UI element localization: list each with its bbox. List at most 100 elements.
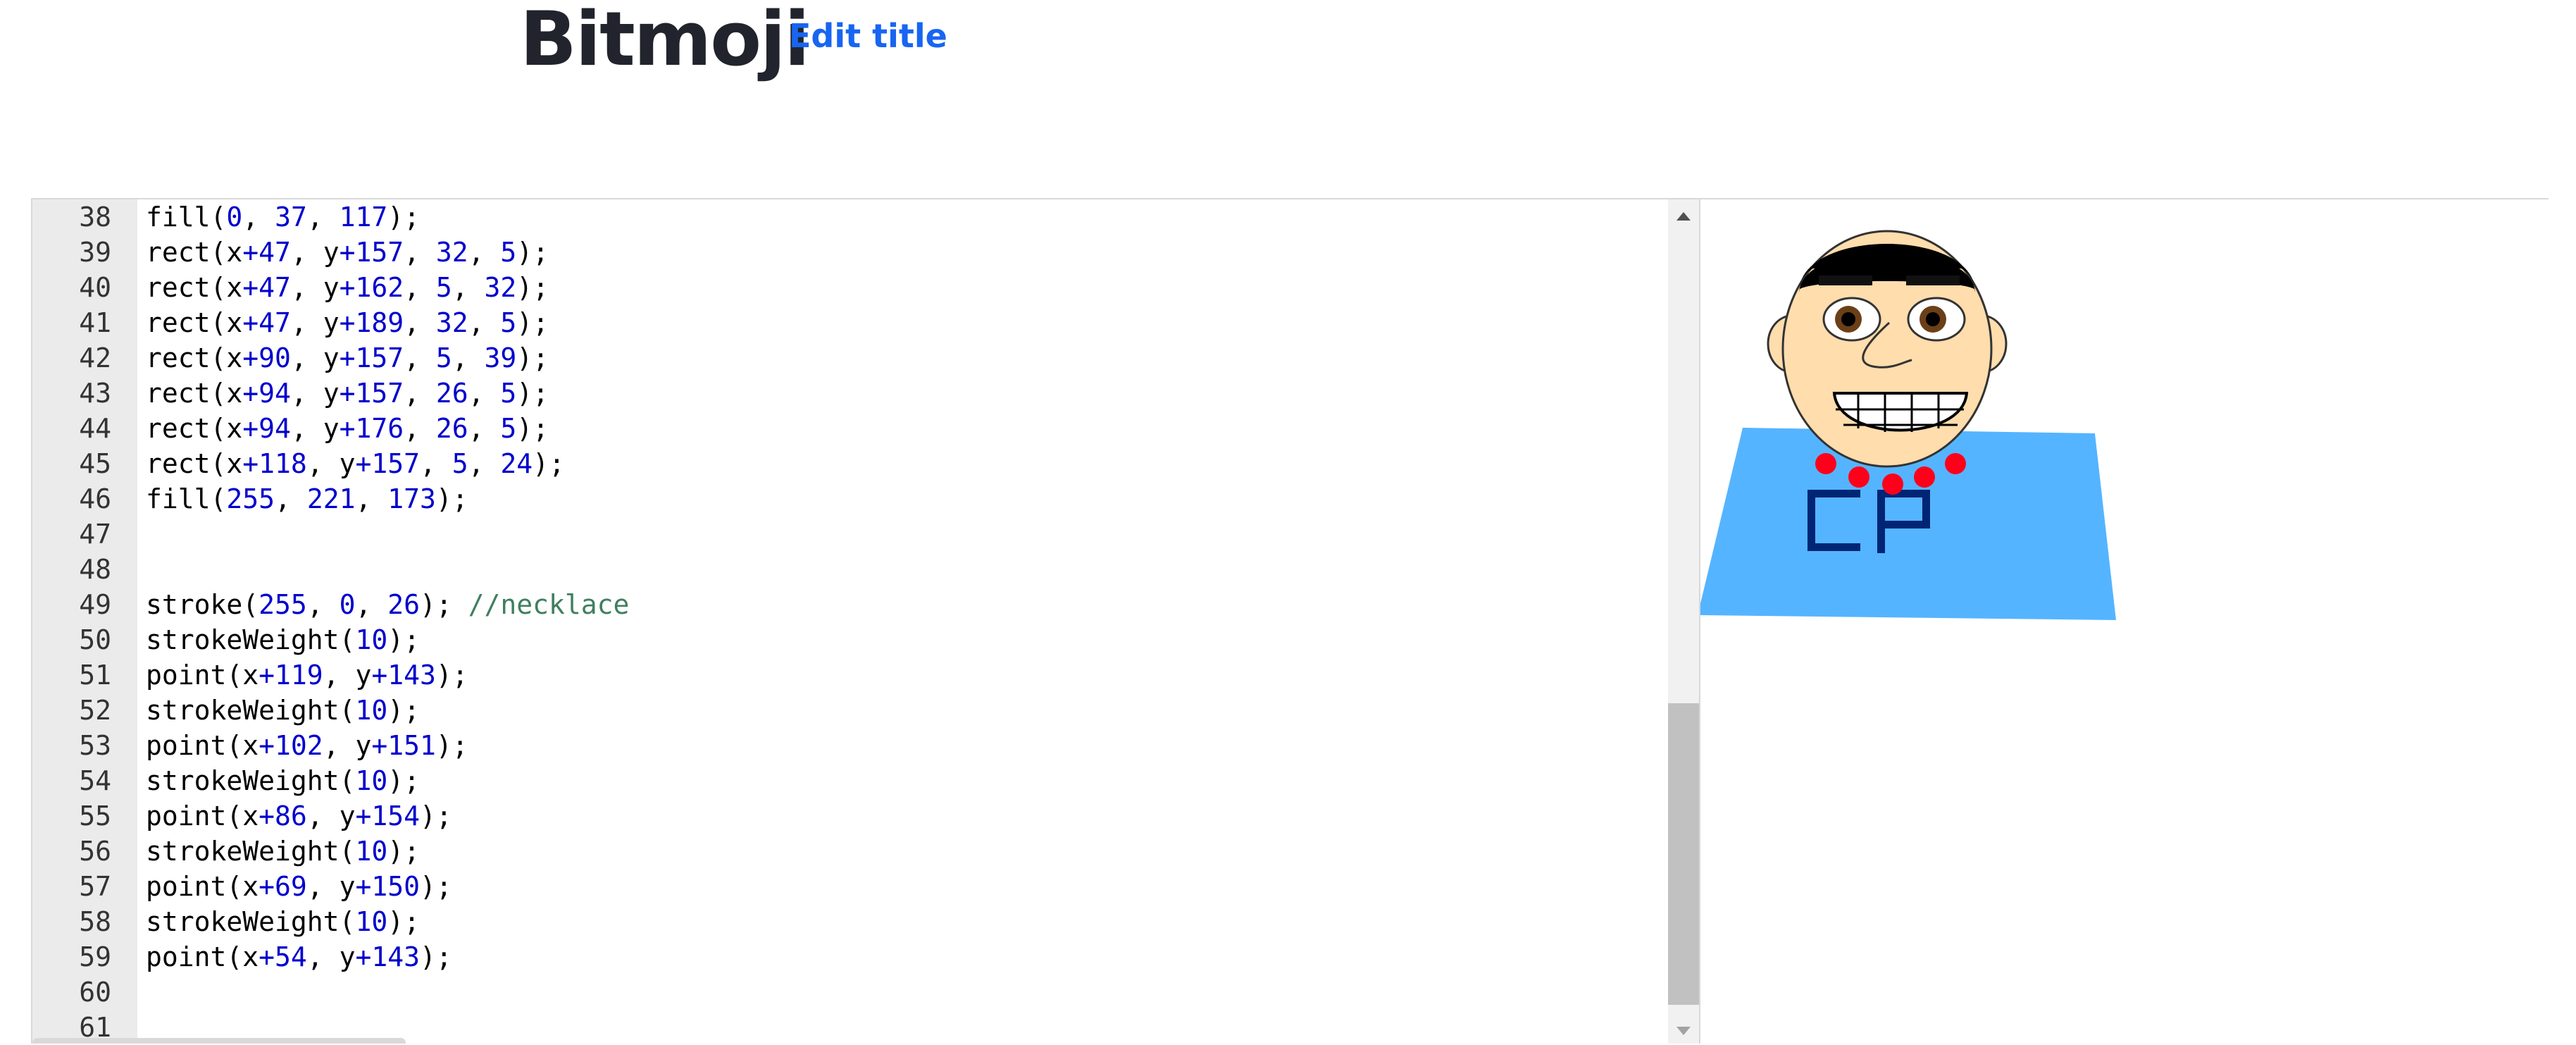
code-token: + xyxy=(355,871,372,902)
code-line[interactable]: 50 strokeWeight(10); xyxy=(32,622,1699,657)
scroll-down-arrow-icon[interactable] xyxy=(1676,1027,1691,1035)
code-editor[interactable]: 38 fill(0, 37, 117); 39 rect(x+47, y+157, 3… xyxy=(32,199,1699,1044)
code-token: ); xyxy=(435,483,468,514)
code-token: ); xyxy=(533,448,565,479)
code-token: 255 xyxy=(226,483,275,514)
left-eyebrow xyxy=(1819,276,1872,285)
code-line[interactable]: 42 rect(x+90, y+157, 5, 39); xyxy=(32,340,1699,376)
code-text[interactable]: rect(x+47, y+162, 5, 32); xyxy=(146,270,549,305)
code-line[interactable]: 59 point(x+54, y+143); xyxy=(32,939,1699,975)
code-token: , y xyxy=(290,237,340,268)
code-token: strokeWeight xyxy=(146,695,340,726)
code-token: + xyxy=(371,730,388,761)
code-text[interactable]: point(x+69, y+150); xyxy=(146,869,452,904)
code-token: , xyxy=(306,202,340,233)
code-token: (x xyxy=(226,871,259,902)
code-token: 69 xyxy=(275,871,307,902)
horizontal-scrollbar-thumb[interactable] xyxy=(32,1038,406,1044)
code-token: , xyxy=(355,589,388,620)
code-token: , y xyxy=(306,941,356,972)
code-line[interactable]: 44 rect(x+94, y+176, 26, 5); xyxy=(32,411,1699,446)
code-token: , xyxy=(468,307,501,338)
code-text[interactable]: strokeWeight(10); xyxy=(146,622,420,657)
code-token: + xyxy=(259,730,275,761)
code-line[interactable]: 60 xyxy=(32,975,1699,1010)
code-token: , xyxy=(404,413,436,444)
code-line[interactable]: 47 xyxy=(32,517,1699,552)
code-text[interactable]: rect(x+90, y+157, 5, 39); xyxy=(146,340,549,376)
code-line[interactable]: 55 point(x+86, y+154); xyxy=(32,798,1699,834)
code-text[interactable]: fill(255, 221, 173); xyxy=(146,481,468,517)
code-line[interactable]: 57 point(x+69, y+150); xyxy=(32,869,1699,904)
code-token: , y xyxy=(306,871,356,902)
code-token: , y xyxy=(323,660,372,691)
code-text[interactable]: strokeWeight(10); xyxy=(146,693,420,728)
code-text[interactable]: strokeWeight(10); xyxy=(146,904,420,939)
line-number: 54 xyxy=(79,765,111,796)
code-token: + xyxy=(339,342,356,373)
code-text[interactable]: rect(x+47, y+157, 32, 5); xyxy=(146,235,549,270)
scroll-up-arrow-icon[interactable] xyxy=(1676,212,1691,221)
code-lines[interactable]: 38 fill(0, 37, 117); 39 rect(x+47, y+157, 3… xyxy=(32,199,1699,1044)
code-line[interactable]: 51 point(x+119, y+143); xyxy=(32,657,1699,693)
code-token: (x xyxy=(210,378,243,409)
code-token: 5 xyxy=(435,272,452,303)
code-text[interactable]: rect(x+94, y+157, 26, 5); xyxy=(146,376,549,411)
code-token: point xyxy=(146,871,227,902)
code-token: 90 xyxy=(259,342,291,373)
code-token: , xyxy=(468,448,501,479)
code-text[interactable]: stroke(255, 0, 26); //necklace xyxy=(146,587,629,622)
line-number: 40 xyxy=(79,272,111,303)
code-text[interactable]: rect(x+47, y+189, 32, 5); xyxy=(146,305,549,340)
vertical-scrollbar-thumb[interactable] xyxy=(1668,703,1699,1005)
code-line[interactable]: 41 rect(x+47, y+189, 32, 5); xyxy=(32,305,1699,340)
vertical-scrollbar[interactable] xyxy=(1668,199,1699,1044)
code-text[interactable]: point(x+102, y+151); xyxy=(146,728,468,763)
code-line[interactable]: 46 fill(255, 221, 173); xyxy=(32,481,1699,517)
code-token: 173 xyxy=(387,483,436,514)
code-line[interactable]: 48 xyxy=(32,552,1699,587)
code-text[interactable]: point(x+119, y+143); xyxy=(146,657,468,693)
code-token: point xyxy=(146,941,227,972)
code-token: 94 xyxy=(259,413,291,444)
code-token: ); xyxy=(387,765,420,796)
code-text[interactable]: point(x+86, y+154); xyxy=(146,798,452,834)
code-token: ); xyxy=(387,906,420,937)
code-line[interactable]: 58 strokeWeight(10); xyxy=(32,904,1699,939)
code-text[interactable]: strokeWeight(10); xyxy=(146,834,420,869)
code-token: strokeWeight xyxy=(146,906,340,937)
code-token: , y xyxy=(290,272,340,303)
code-line[interactable]: 49 stroke(255, 0, 26); //necklace xyxy=(32,587,1699,622)
line-number: 57 xyxy=(79,871,111,902)
line-number: 52 xyxy=(79,695,111,726)
code-token: ); xyxy=(419,871,452,902)
code-line[interactable]: 43 rect(x+94, y+157, 26, 5); xyxy=(32,376,1699,411)
code-line[interactable]: 40 rect(x+47, y+162, 5, 32); xyxy=(32,270,1699,305)
code-line[interactable]: 52 strokeWeight(10); xyxy=(32,693,1699,728)
code-text[interactable]: rect(x+118, y+157, 5, 24); xyxy=(146,446,565,481)
necklace-bead xyxy=(1945,453,1966,474)
code-line[interactable]: 53 point(x+102, y+151); xyxy=(32,728,1699,763)
necklace-bead xyxy=(1815,453,1836,474)
edit-title-link[interactable]: Edit title xyxy=(789,17,947,55)
code-line[interactable]: 39 rect(x+47, y+157, 32, 5); xyxy=(32,235,1699,270)
code-token: , y xyxy=(290,342,340,373)
code-token: , xyxy=(468,237,501,268)
code-text[interactable]: rect(x+94, y+176, 26, 5); xyxy=(146,411,549,446)
code-token: + xyxy=(355,448,372,479)
code-text[interactable]: fill(0, 37, 117); xyxy=(146,199,420,235)
code-token: 189 xyxy=(355,307,404,338)
line-number: 43 xyxy=(79,378,111,409)
code-line[interactable]: 45 rect(x+118, y+157, 5, 24); xyxy=(32,446,1699,481)
code-workspace: 38 fill(0, 37, 117); 39 rect(x+47, y+157, 3… xyxy=(31,198,2549,1044)
code-token: ( xyxy=(339,765,356,796)
code-token: 26 xyxy=(435,413,468,444)
code-line[interactable]: 54 strokeWeight(10); xyxy=(32,763,1699,798)
code-line[interactable]: 56 strokeWeight(10); xyxy=(32,834,1699,869)
code-text[interactable]: strokeWeight(10); xyxy=(146,763,420,798)
code-token: , y xyxy=(323,730,372,761)
code-token: (x xyxy=(210,342,243,373)
code-line[interactable]: 38 fill(0, 37, 117); xyxy=(32,199,1699,235)
code-text[interactable]: point(x+54, y+143); xyxy=(146,939,452,975)
code-token: , xyxy=(355,483,388,514)
